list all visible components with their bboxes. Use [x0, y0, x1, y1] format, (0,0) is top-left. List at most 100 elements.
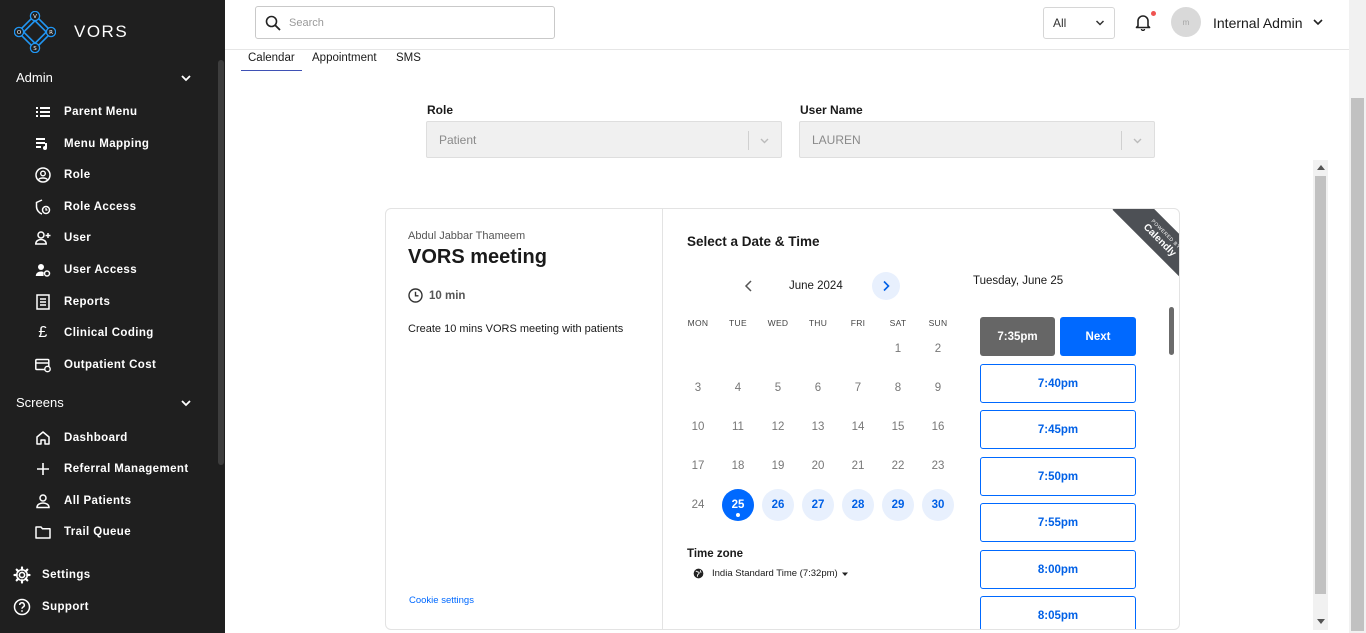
time-slot-button[interactable]: 7:40pm	[980, 364, 1136, 403]
sidebar-item-all-patients[interactable]: All Patients	[35, 493, 131, 509]
avatar[interactable]: m	[1171, 7, 1201, 37]
sidebar-item-referral-management[interactable]: Referral Management	[35, 461, 189, 477]
tab-sms[interactable]: SMS	[389, 52, 428, 71]
time-slot-button[interactable]: 7:55pm	[980, 503, 1136, 542]
calendar-day: 24	[691, 499, 705, 511]
page-scrollbar-thumb[interactable]	[1351, 98, 1364, 631]
section-admin[interactable]: Admin	[16, 70, 192, 85]
calendar-day: 15	[891, 421, 905, 433]
sidebar-item-label: Clinical Coding	[64, 327, 154, 339]
chevron-left-icon[interactable]	[741, 278, 757, 294]
gear-icon	[13, 566, 31, 584]
scroll-up-arrow[interactable]	[1317, 165, 1325, 170]
top-bar: All m Internal Admin	[225, 0, 1366, 50]
calendar-day[interactable]: 28	[842, 489, 874, 521]
sidebar-item-reports[interactable]: Reports	[35, 294, 110, 310]
cookie-settings-link[interactable]: Cookie settings	[409, 595, 474, 606]
filter-value: All	[1053, 16, 1067, 30]
clock-icon	[408, 288, 423, 303]
sidebar-item-outpatient-cost[interactable]: Outpatient Cost	[35, 357, 156, 373]
chevron-down-icon[interactable]	[1312, 16, 1324, 28]
select-separator	[748, 131, 749, 150]
bell-icon[interactable]	[1134, 13, 1152, 31]
app-name: VORS	[74, 22, 129, 41]
person-icon	[35, 493, 51, 509]
time-slot-button[interactable]: 8:00pm	[980, 550, 1136, 589]
sidebar-item-label: User Access	[64, 264, 138, 276]
filter-select[interactable]: All	[1043, 7, 1115, 39]
calendar-day: 13	[811, 421, 825, 433]
calendar-day[interactable]: 27	[802, 489, 834, 521]
sidebar-item-label: Trail Queue	[64, 526, 132, 538]
content-scrollbar-thumb[interactable]	[1315, 176, 1326, 594]
folder-icon	[35, 524, 51, 540]
person-settings-icon	[35, 262, 51, 278]
event-duration: 10 min	[408, 288, 465, 303]
username-select[interactable]: LAUREN	[799, 121, 1155, 158]
calendar-day: 8	[894, 382, 902, 394]
calendar-day: 23	[931, 460, 945, 472]
select-date-title: Select a Date & Time	[687, 234, 820, 249]
sidebar-item-support[interactable]: Support	[13, 598, 89, 616]
sidebar-item-label: Reports	[64, 296, 111, 308]
time-slot-button[interactable]: 7:50pm	[980, 457, 1136, 496]
sidebar-item-role[interactable]: Role	[35, 167, 91, 183]
section-screens[interactable]: Screens	[16, 395, 192, 410]
weekday-label: TUE	[729, 318, 747, 328]
scroll-down-arrow[interactable]	[1317, 619, 1325, 624]
calendar-day[interactable]: 30	[922, 489, 954, 521]
calendar-day: 7	[854, 382, 862, 394]
time-slot-button[interactable]: 7:45pm	[980, 410, 1136, 449]
slots-scrollbar[interactable]	[1169, 307, 1174, 355]
sidebar-item-label: Role Access	[64, 201, 137, 213]
weekday-label: FRI	[850, 318, 866, 328]
next-month-button[interactable]	[872, 272, 900, 300]
duration-text: 10 min	[429, 289, 466, 302]
user-name[interactable]: Internal Admin	[1213, 15, 1303, 31]
search-input[interactable]	[289, 16, 539, 29]
logo-letter: V	[33, 14, 37, 20]
sidebar-item-settings[interactable]: Settings	[13, 566, 91, 584]
brand[interactable]: V O R S VORS	[14, 11, 128, 53]
search-icon	[265, 15, 281, 31]
sidebar-item-dashboard[interactable]: Dashboard	[35, 430, 128, 446]
sidebar-item-trail-queue[interactable]: Trail Queue	[35, 524, 131, 540]
sidebar-item-role-access[interactable]: Role Access	[35, 199, 136, 215]
sidebar-item-label: Outpatient Cost	[64, 359, 157, 371]
tab-calendar[interactable]: Calendar	[241, 52, 302, 71]
sidebar-item-label: Role	[64, 169, 91, 181]
role-label: Role	[427, 103, 454, 117]
shield-lock-icon	[35, 199, 51, 215]
timezone-select[interactable]: India Standard Time (7:32pm)	[693, 568, 857, 579]
next-button[interactable]: Next	[1060, 317, 1136, 356]
calendar-day: 4	[734, 382, 742, 394]
section-label: Screens	[16, 395, 64, 410]
calendar-day: 21	[851, 460, 865, 472]
calendar-day[interactable]: 26	[762, 489, 794, 521]
sidebar-item-parent-menu[interactable]: Parent Menu	[35, 104, 137, 120]
sidebar: V O R S VORS Admin Parent Menu Menu Mapp…	[0, 0, 225, 633]
selected-time-slot[interactable]: 7:35pm	[980, 317, 1055, 356]
chevron-down-icon	[181, 399, 191, 406]
sidebar-item-clinical-coding[interactable]: £ Clinical Coding	[35, 324, 154, 341]
selected-date-label: Tuesday, June 25	[973, 275, 1064, 287]
role-select[interactable]: Patient	[426, 121, 782, 158]
time-slot-button[interactable]: 8:05pm	[980, 596, 1136, 629]
sidebar-item-label: Support	[42, 601, 89, 613]
month-label: June 2024	[789, 280, 843, 292]
tab-appointment[interactable]: Appointment	[305, 52, 384, 71]
select-separator	[1121, 131, 1122, 150]
calendar-day: 12	[771, 421, 785, 433]
sidebar-item-user[interactable]: User	[35, 230, 91, 246]
calendar-day[interactable]: 29	[882, 489, 914, 521]
sidebar-item-menu-mapping[interactable]: Menu Mapping	[35, 136, 149, 152]
home-icon	[35, 430, 51, 446]
sidebar-item-user-access[interactable]: User Access	[35, 262, 137, 278]
search-box[interactable]	[255, 6, 555, 39]
timezone-value: India Standard Time (7:32pm)	[712, 568, 838, 579]
powered-by-calendly-badge[interactable]: POWERED BY Calendly	[1101, 209, 1179, 289]
sidebar-item-label: Parent Menu	[64, 106, 138, 118]
calendar-day[interactable]: 25	[722, 489, 754, 521]
calendar-day: 17	[691, 460, 705, 472]
sidebar-scrollbar[interactable]	[218, 60, 224, 465]
